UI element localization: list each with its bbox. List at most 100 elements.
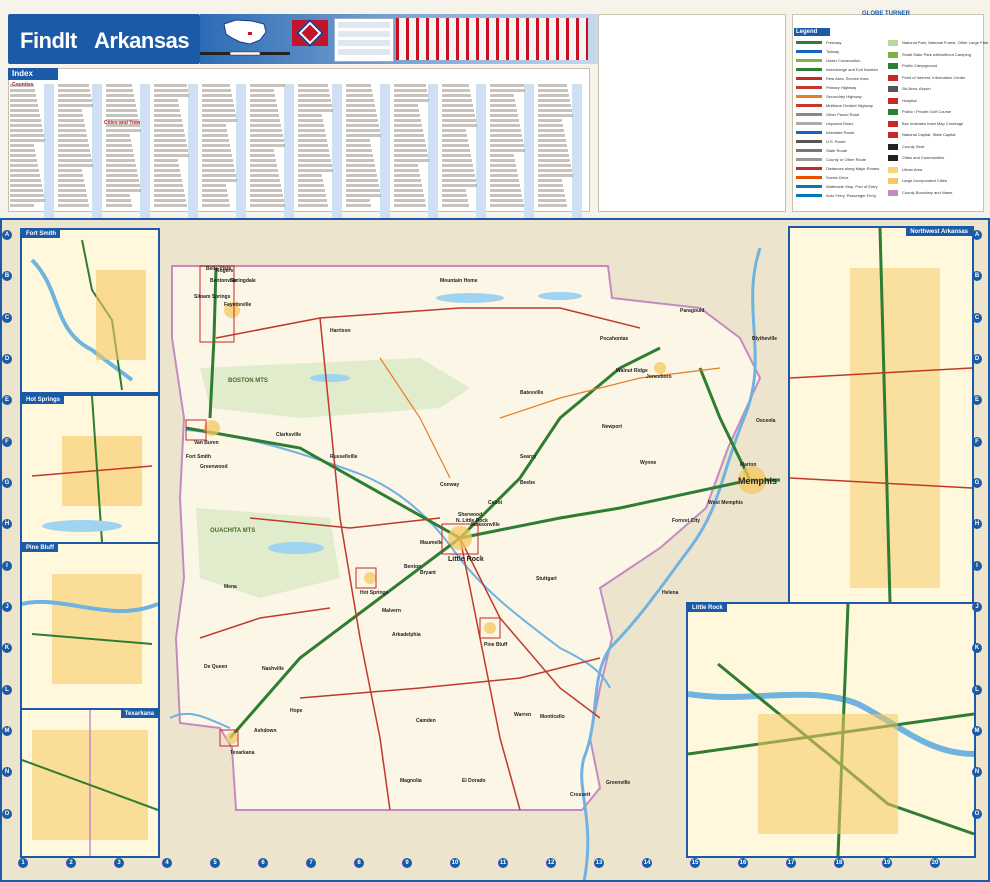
city-label[interactable]: Magnolia <box>400 778 422 784</box>
city-label[interactable]: Hot Springs <box>360 590 388 596</box>
city-label[interactable]: Maumelle <box>420 540 443 546</box>
index-column <box>346 84 390 222</box>
city-label[interactable]: Texarkana <box>230 750 254 756</box>
inset-little-rock[interactable]: Little Rock <box>686 602 976 858</box>
city-label[interactable]: Cabot <box>488 500 502 506</box>
city-label[interactable]: Greenwood <box>200 464 228 470</box>
city-label[interactable]: Stuttgart <box>536 576 557 582</box>
city-label[interactable]: Batesville <box>520 390 543 396</box>
legend-title: Legend <box>794 28 830 36</box>
legend-symbol <box>796 77 822 81</box>
city-label[interactable]: Paragould <box>680 308 704 314</box>
legend-item: Rest Area, Service Area <box>796 76 868 82</box>
city-label[interactable]: West Memphis <box>708 500 743 506</box>
city-label[interactable]: Searcy <box>520 454 536 460</box>
legend-symbol <box>888 132 898 138</box>
legend-symbol <box>888 155 898 161</box>
legend-items-right: National Park, National Forest, Other La… <box>888 40 988 210</box>
grid-row-marker: H <box>972 519 982 530</box>
grid-row-marker: L <box>972 684 982 695</box>
city-label[interactable]: Jonesboro <box>646 374 672 380</box>
grid-column-marker: 5 <box>210 858 220 868</box>
city-label[interactable]: Pine Bluff <box>484 642 507 648</box>
city-label[interactable]: Memphis <box>738 476 777 486</box>
city-label[interactable]: Little Rock <box>448 556 484 563</box>
city-label[interactable]: Mountain Home <box>440 278 478 284</box>
city-label[interactable]: Bella Vista <box>206 266 231 272</box>
city-label[interactable]: Warren <box>514 712 531 718</box>
city-label[interactable]: Nashville <box>262 666 284 672</box>
city-label[interactable]: Jacksonville <box>470 522 500 528</box>
grid-column-marker: 1 <box>18 858 28 868</box>
grid-row-marker: J <box>972 602 982 612</box>
inset-fort-smith[interactable]: Fort Smith <box>20 228 160 394</box>
city-label[interactable]: Helena <box>662 590 678 596</box>
city-label[interactable]: Osceola <box>756 418 775 424</box>
title-banner: FindIt Arkansas <box>8 14 200 64</box>
city-label[interactable]: Beebe <box>520 480 535 486</box>
city-label[interactable]: Bryant <box>420 570 436 576</box>
city-label[interactable]: Hope <box>290 708 303 714</box>
inset-pine-bluff-map <box>22 574 158 684</box>
city-label[interactable]: Sherwood <box>458 512 482 518</box>
inset-texarkana[interactable]: Texarkana <box>20 708 160 858</box>
index-column <box>538 84 582 222</box>
city-label[interactable]: Malvern <box>382 608 401 614</box>
legend-symbol <box>796 68 822 72</box>
legend-symbol <box>796 122 822 126</box>
legend-symbol <box>796 86 822 90</box>
city-label[interactable]: El Dorado <box>462 778 486 784</box>
city-label[interactable]: Benton <box>404 564 421 570</box>
city-label[interactable]: De Queen <box>204 664 227 670</box>
legend-item: Tollway <box>796 49 839 55</box>
legend-label: Rest Area, Service Area <box>826 76 869 81</box>
inset-pine-bluff[interactable]: Pine Bluff <box>20 542 160 710</box>
city-label[interactable]: Harrison <box>330 328 351 334</box>
city-label[interactable]: Monticello <box>540 714 565 720</box>
city-label[interactable]: Camden <box>416 718 436 724</box>
inset-northwest-arkansas[interactable]: Northwest Arkansas <box>788 226 974 604</box>
city-label[interactable]: Clarksville <box>276 432 301 438</box>
city-label[interactable]: Arkadelphia <box>392 632 421 638</box>
city-label[interactable]: Blytheville <box>752 336 777 342</box>
city-label[interactable]: Greenville <box>606 780 630 786</box>
legend-item: Unpaved Road <box>796 121 853 127</box>
inset-northwest-arkansas-map <box>790 228 972 602</box>
legend-item: Interchange and Exit Number <box>796 67 878 73</box>
city-label[interactable]: Walnut Ridge <box>616 368 648 374</box>
grid-row-marker: E <box>2 395 12 406</box>
legend-item: Other Paved Road <box>796 112 859 118</box>
city-label[interactable]: Newport <box>602 424 622 430</box>
city-label[interactable]: Crossett <box>570 792 590 798</box>
inset-hot-springs[interactable]: Hot Springs <box>20 394 160 544</box>
city-label[interactable]: Conway <box>440 482 459 488</box>
legend-symbol <box>888 74 898 81</box>
legend-item: County Seat <box>888 143 924 150</box>
city-label[interactable]: Fort Smith <box>186 454 211 460</box>
city-label[interactable]: Mena <box>224 584 237 590</box>
legend-label: Freeway <box>826 40 842 45</box>
legend-symbol <box>888 63 898 69</box>
city-label[interactable]: Wynne <box>640 460 656 466</box>
grid-column-marker: 2 <box>66 858 76 868</box>
legend-label: County Boundary and Name <box>902 189 953 195</box>
city-label[interactable]: Van Buren <box>194 440 219 446</box>
grid-column-marker: 12 <box>546 858 556 868</box>
grid-column-marker: 11 <box>498 858 508 868</box>
grid-column-marker: 14 <box>642 858 652 868</box>
city-label[interactable]: Pocahontas <box>600 336 628 342</box>
legend-symbol <box>888 97 898 104</box>
city-label[interactable]: Russellville <box>330 454 358 460</box>
grid-column-marker: 9 <box>402 858 412 868</box>
grid-row-marker: N <box>972 767 982 778</box>
index-panel-continued <box>598 14 786 212</box>
city-label[interactable]: Bentonville <box>210 278 237 284</box>
inset-title-fort-smith: Fort Smith <box>22 230 60 238</box>
city-label[interactable]: Fayetteville <box>224 302 251 308</box>
grid-column-marker: 16 <box>738 858 748 868</box>
city-label[interactable]: Siloam Springs <box>194 294 230 300</box>
city-label[interactable]: Marion <box>740 462 756 468</box>
grid-column-marker: 7 <box>306 858 316 868</box>
city-label[interactable]: Forrest City <box>672 518 700 524</box>
city-label[interactable]: Ashdown <box>254 728 277 734</box>
